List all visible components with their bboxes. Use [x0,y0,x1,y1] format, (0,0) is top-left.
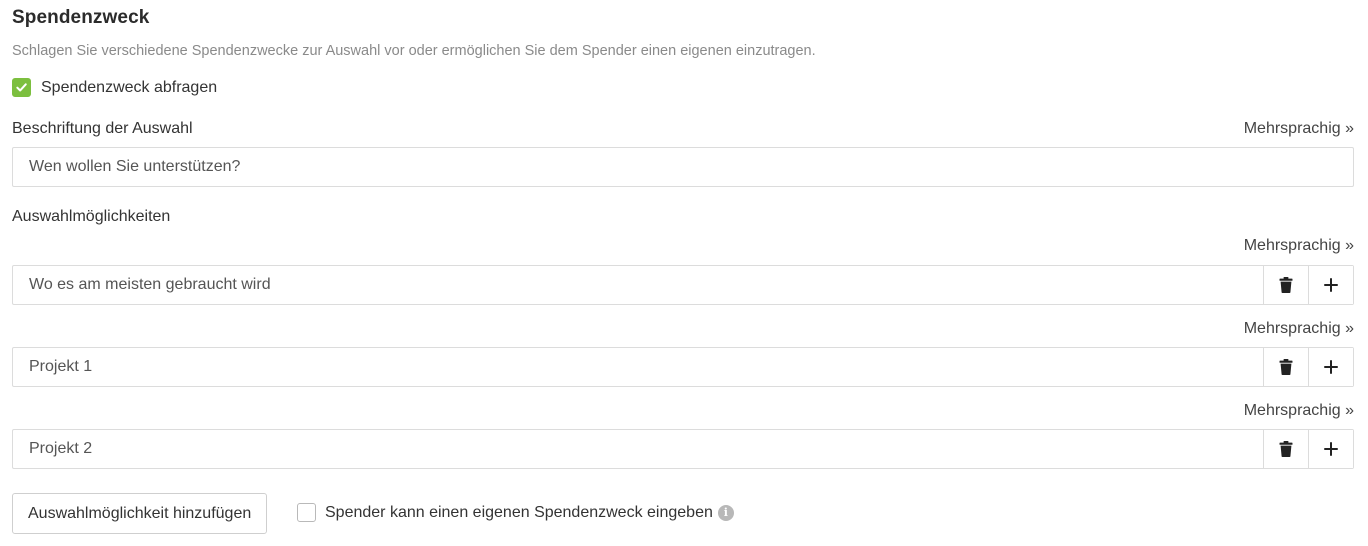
add-option-button[interactable] [1308,348,1353,386]
add-option-main-button[interactable]: Auswahlmöglichkeit hinzufügen [12,493,268,534]
check-icon [16,83,27,92]
add-option-button[interactable] [1308,430,1353,468]
trash-icon [1279,441,1293,457]
option-input[interactable]: Wo es am meisten gebraucht wird [13,266,1263,304]
option-input[interactable]: Projekt 2 [13,430,1263,468]
selection-label-input[interactable]: Wen wollen Sie unterstützen? [12,147,1354,187]
option-row: Projekt 2 [12,429,1354,469]
delete-option-button[interactable] [1263,266,1308,304]
section-title: Spendenzweck [12,7,150,28]
option-1-multilingual-link[interactable]: Mehrsprachig » [1244,237,1354,255]
option-input[interactable]: Projekt 1 [13,348,1263,386]
option-row: Wo es am meisten gebraucht wird [12,265,1354,305]
info-icon[interactable]: i [717,504,734,521]
own-purpose-checkbox[interactable] [297,503,316,522]
option-2-multilingual-link[interactable]: Mehrsprachig » [1244,320,1354,338]
ask-purpose-checkbox[interactable] [12,78,31,97]
own-purpose-label: Spender kann einen eigenen Spendenzweck … [325,503,713,521]
ask-purpose-checkbox-row[interactable]: Spendenzweck abfragen [12,78,217,97]
trash-icon [1279,359,1293,375]
selection-label-multilingual-link[interactable]: Mehrsprachig » [1244,120,1354,138]
plus-icon [1324,442,1338,456]
spendenzweck-settings-panel: Spendenzweck Schlagen Sie verschiedene S… [0,0,1368,546]
trash-icon [1279,277,1293,293]
option-3-multilingual-link[interactable]: Mehrsprachig » [1244,402,1354,420]
delete-option-button[interactable] [1263,430,1308,468]
delete-option-button[interactable] [1263,348,1308,386]
selection-label-heading: Beschriftung der Auswahl [12,120,193,137]
options-heading: Auswahlmöglichkeiten [12,208,171,225]
ask-purpose-label: Spendenzweck abfragen [41,78,218,96]
own-purpose-checkbox-row[interactable]: Spender kann einen eigenen Spendenzweck … [297,503,734,522]
plus-icon [1324,278,1338,292]
option-row: Projekt 1 [12,347,1354,387]
plus-icon [1324,360,1338,374]
add-option-button[interactable] [1308,266,1353,304]
section-description: Schlagen Sie verschiedene Spendenzwecke … [12,43,816,59]
